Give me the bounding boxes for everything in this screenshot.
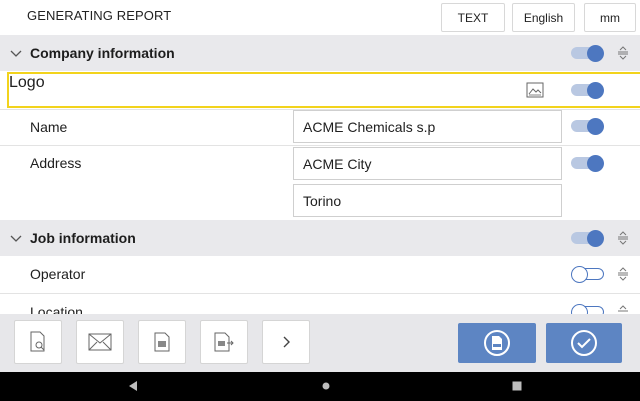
- drag-handle-icon[interactable]: [617, 46, 629, 60]
- report-icon: [154, 332, 170, 352]
- recents-icon[interactable]: [512, 381, 522, 391]
- language-button[interactable]: English: [512, 3, 575, 32]
- section-label: Job information: [30, 230, 136, 246]
- section-company-information[interactable]: Company information: [0, 35, 640, 71]
- section-job-information[interactable]: Job information: [0, 220, 640, 256]
- drag-handle-icon[interactable]: [617, 231, 629, 245]
- company-section-toggle[interactable]: [571, 45, 605, 62]
- drag-handle-icon[interactable]: [617, 267, 629, 281]
- section-label: Company information: [30, 45, 175, 61]
- chevron-down-icon[interactable]: [9, 231, 23, 245]
- chevron-right-icon: [283, 336, 290, 348]
- email-icon: [88, 333, 112, 351]
- name-field[interactable]: ACME Chemicals s.p: [293, 110, 562, 143]
- address-toggle[interactable]: [571, 155, 605, 172]
- home-icon[interactable]: [322, 382, 330, 390]
- name-label: Name: [30, 119, 68, 135]
- app-header: GENERATING REPORT TEXT English mm: [0, 0, 640, 35]
- job-section-toggle[interactable]: [571, 230, 605, 247]
- confirm-button[interactable]: [546, 323, 622, 363]
- name-toggle[interactable]: [571, 118, 605, 135]
- page-title: GENERATING REPORT: [27, 8, 172, 23]
- logo-label: Logo: [9, 74, 45, 91]
- text-button[interactable]: TEXT: [441, 3, 505, 32]
- back-icon[interactable]: [128, 380, 138, 392]
- unit-button[interactable]: mm: [584, 3, 636, 32]
- export-icon: [214, 332, 234, 352]
- divider: [0, 145, 640, 146]
- report-button[interactable]: [138, 320, 186, 364]
- divider: [0, 293, 640, 294]
- chevron-down-icon[interactable]: [9, 46, 23, 60]
- address-line2-field[interactable]: Torino: [293, 184, 562, 217]
- address-line1-field[interactable]: ACME City: [293, 147, 562, 180]
- operator-label: Operator: [30, 266, 86, 282]
- image-icon[interactable]: [526, 82, 544, 98]
- pdf-icon: [484, 330, 510, 356]
- export-button[interactable]: [200, 320, 248, 364]
- generate-pdf-button[interactable]: [458, 323, 536, 363]
- confirm-check-icon: [571, 330, 597, 356]
- preview-button[interactable]: [14, 320, 62, 364]
- system-navigation-bar: [0, 372, 640, 401]
- logo-toggle[interactable]: [571, 82, 605, 99]
- preview-document-icon: [30, 331, 45, 352]
- address-label: Address: [30, 155, 82, 171]
- operator-toggle[interactable]: [571, 266, 605, 283]
- logo-row[interactable]: Logo: [7, 72, 640, 108]
- next-button[interactable]: [262, 320, 310, 364]
- email-button[interactable]: [76, 320, 124, 364]
